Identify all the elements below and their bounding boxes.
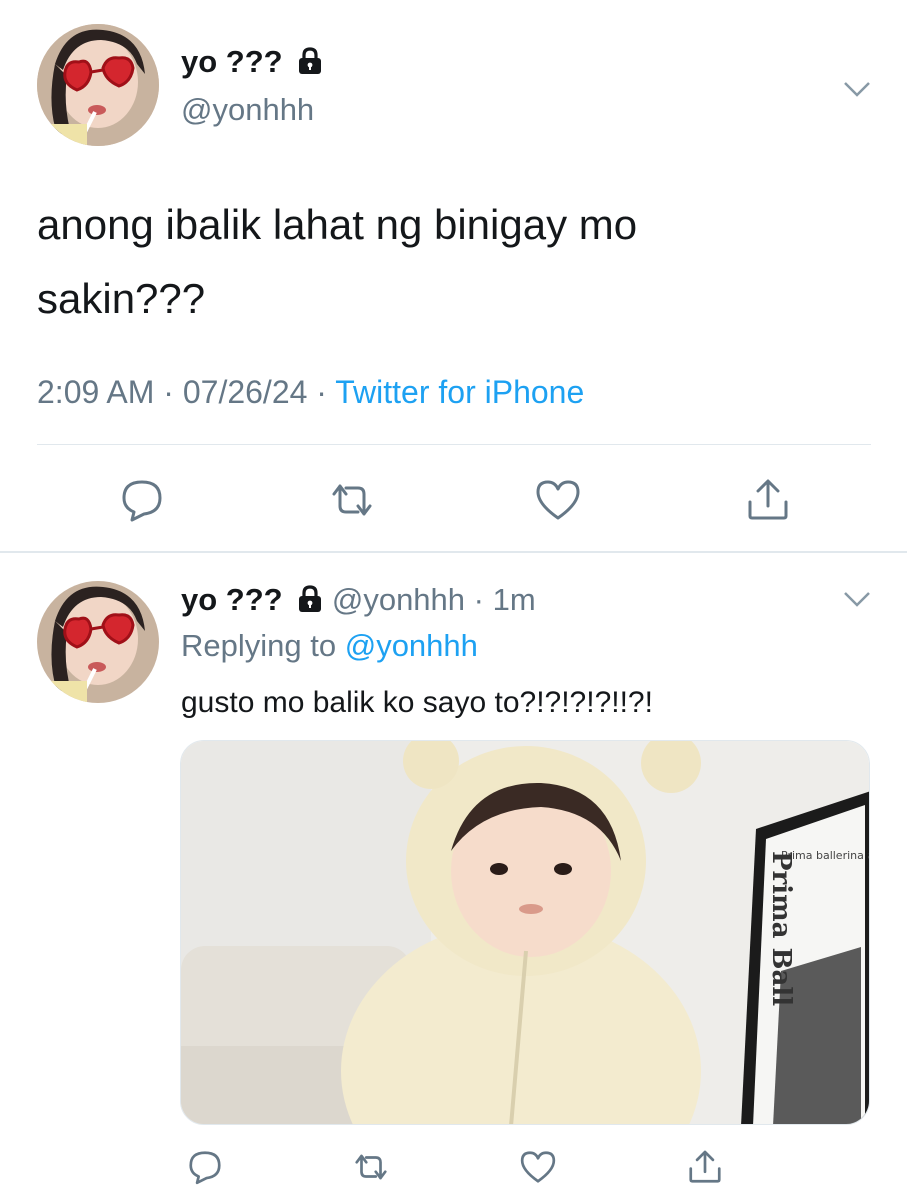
retweet-icon[interactable] (328, 476, 376, 524)
tweet-separator (0, 551, 907, 553)
poster-title-text: Prima Ball (766, 851, 796, 1006)
reply-icon[interactable] (186, 1148, 224, 1186)
replying-to: Replying to @yonhhh (181, 628, 478, 664)
tweet1-text: anong ibalik lahat ng binigay mo sakin??… (37, 188, 857, 336)
tweet2-display-name: yo ??? (181, 582, 283, 617)
tweet1-date: 07/26/24 (182, 374, 308, 410)
tweet2-media-image[interactable]: Prima ballerina assoluta Prima Ball (180, 740, 870, 1125)
like-icon[interactable] (519, 1148, 557, 1186)
tweet2-avatar[interactable] (37, 581, 159, 703)
chevron-down-icon[interactable] (842, 590, 872, 608)
lock-icon (297, 585, 323, 621)
share-icon[interactable] (744, 476, 792, 524)
tweet2-handle[interactable]: @yonhhh (332, 582, 465, 617)
share-icon[interactable] (686, 1148, 724, 1186)
tweet2-time-ago: · 1m (473, 582, 536, 617)
tweet2-text: gusto mo balik ko sayo to?!?!?!?!!?! (181, 686, 653, 719)
meta-separator: · (316, 374, 327, 410)
tweet1-text-line1: anong ibalik lahat ng binigay mo (37, 201, 638, 248)
lock-icon (297, 47, 323, 83)
tweet1-source-link[interactable]: Twitter for iPhone (335, 374, 584, 410)
replying-prefix: Replying to (181, 628, 337, 663)
tweet1-display-name: yo ??? (181, 44, 323, 83)
like-icon[interactable] (534, 476, 582, 524)
tweet1-time: 2:09 AM (37, 374, 155, 410)
tweet1-meta: 2:09 AM · 07/26/24 · Twitter for iPhone (37, 374, 584, 411)
replying-to-link[interactable]: @yonhhh (345, 628, 478, 663)
tweet1-text-line2: sakin??? (37, 275, 206, 322)
chevron-down-icon[interactable] (842, 80, 872, 98)
reply-icon[interactable] (118, 476, 166, 524)
retweet-icon[interactable] (352, 1148, 390, 1186)
tweet2-header: yo ??? @yonhhh · 1m (181, 582, 536, 621)
tweet1-avatar[interactable] (37, 24, 159, 146)
divider (37, 444, 871, 445)
tweet1-handle[interactable]: @yonhhh (181, 92, 314, 128)
meta-separator: · (163, 374, 174, 410)
